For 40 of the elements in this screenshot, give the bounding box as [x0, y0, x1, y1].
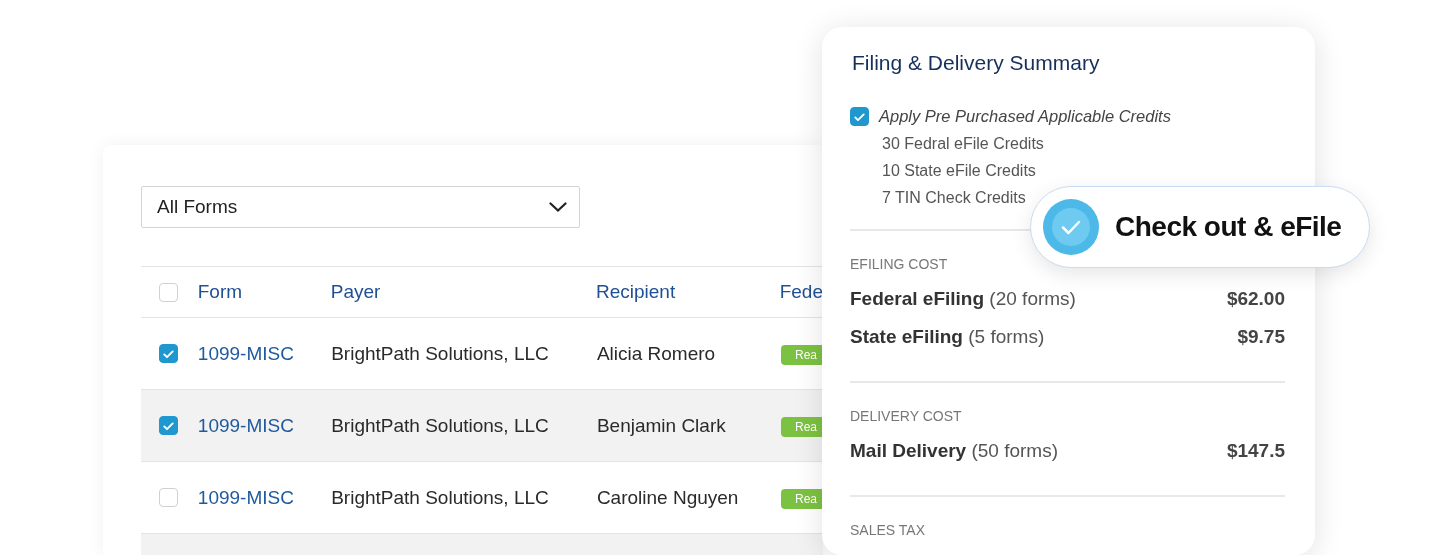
section-heading: SALES TAX — [850, 522, 926, 538]
credit-text: 10 State eFile Credits — [882, 162, 1037, 180]
checkbox[interactable] — [159, 416, 178, 435]
table-cell-text: BrightPath Solutions, LLC — [331, 342, 550, 365]
column-header[interactable]: Recipient — [595, 281, 780, 303]
table-cell-text: BrightPath Solutions, LLC — [331, 486, 550, 509]
cost-label: State eFiling (5 forms) — [850, 326, 1045, 348]
table-cell-text: Benjamin Clark — [596, 414, 727, 437]
cost-amount: $147.5 — [1226, 440, 1285, 462]
cost-amount: $62.00 — [1226, 288, 1285, 310]
checkbox[interactable] — [159, 344, 178, 363]
section-heading: EFILING COST — [850, 256, 949, 272]
checkbox[interactable] — [850, 107, 869, 126]
section-heading: DELIVERY COST — [850, 408, 963, 424]
credit-text: 7 TIN Check Credits — [882, 189, 1027, 207]
column-header[interactable]: Payer — [330, 281, 596, 303]
status-badge: Rea — [781, 345, 823, 365]
checkbox[interactable] — [159, 282, 178, 302]
check-circle-icon — [1043, 199, 1099, 255]
cost-label: Mail Delivery (50 forms) — [850, 440, 1059, 462]
cost-label: Federal eFiling (20 forms) — [850, 288, 1076, 310]
cost-amount: $9.75 — [1237, 326, 1285, 348]
credit-text: 30 Fedral eFile Credits — [882, 135, 1045, 153]
checkbox-label: Apply Pre Purchased Applicable Credits — [879, 107, 1171, 126]
status-badge: Rea — [781, 489, 823, 509]
table-cell-text: Caroline Nguyen — [596, 486, 740, 509]
panel-title: Filing & Delivery Summary — [852, 51, 1101, 75]
column-header[interactable]: Fede — [779, 281, 823, 303]
checkout-button[interactable]: Check out & eFile — [1030, 186, 1370, 268]
table-row[interactable]: 1099-MISC BrightPath Solutions, LLC Benjamin Clark Rea — [141, 390, 823, 462]
status-badge: Rea — [781, 417, 823, 437]
form-link[interactable]: 1099-MISC — [197, 414, 332, 437]
form-link[interactable]: 1099-MISC — [197, 342, 332, 365]
checkbox[interactable] — [159, 488, 178, 507]
table-cell-text: Alicia Romero — [596, 342, 717, 365]
column-header[interactable]: Form — [197, 281, 331, 303]
filter-dropdown[interactable]: All Forms — [141, 186, 580, 228]
chevron-down-icon — [549, 202, 567, 212]
form-link[interactable]: 1099-MISC — [197, 486, 332, 509]
table-cell-text: BrightPath Solutions, LLC — [331, 414, 550, 437]
